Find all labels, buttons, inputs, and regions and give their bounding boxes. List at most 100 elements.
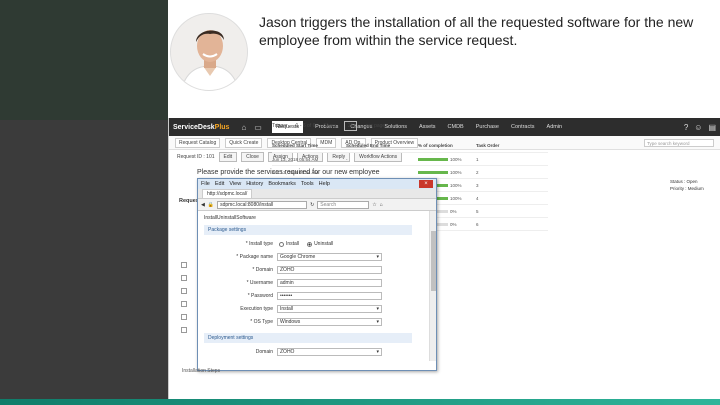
row-checkbox[interactable] <box>181 314 187 320</box>
request-catalog-button[interactable]: Request Catalog <box>175 137 221 148</box>
nav-admin[interactable]: Admin <box>547 124 563 130</box>
scrollbar-thumb[interactable] <box>431 231 436 291</box>
row-checkboxes <box>181 256 187 340</box>
menu-icon[interactable]: ▤ <box>708 123 716 132</box>
menu-tools[interactable]: Tools <box>301 181 314 187</box>
execution-row: Execution type Install ▾ <box>204 304 412 314</box>
menu-view[interactable]: View <box>229 181 241 187</box>
nav-cmdb[interactable]: CMDB <box>448 124 464 130</box>
domain-input[interactable]: ZOHO <box>277 266 382 274</box>
menu-edit[interactable]: Edit <box>215 181 224 187</box>
password-label: * Password <box>247 293 273 299</box>
browser-window: File Edit View History Bookmarks Tools H… <box>197 178 437 371</box>
row-checkbox[interactable] <box>181 327 187 333</box>
menu-file[interactable]: File <box>201 181 210 187</box>
row-checkbox[interactable] <box>181 301 187 307</box>
domain-row: * Domain ZOHO <box>204 265 412 275</box>
chevron-down-icon: ▾ <box>376 349 379 355</box>
browser-tab[interactable]: http://sdpmc.local/ <box>202 189 253 198</box>
close-button[interactable]: Close <box>241 152 264 162</box>
footer-label: Installation Steps <box>182 368 221 374</box>
quick-create-button[interactable]: Quick Create <box>225 137 263 148</box>
brand-logo[interactable]: ServiceDeskPlus <box>173 124 229 131</box>
browser-scrollbar[interactable] <box>429 211 436 361</box>
edit-button[interactable]: Edit <box>218 152 238 162</box>
deployment-settings-header: Deployment settings <box>204 333 412 343</box>
install-type-label: * Install type <box>245 241 273 247</box>
lock-icon: 🔒 <box>207 201 215 208</box>
col-order[interactable]: Task Order <box>476 143 516 148</box>
star-icon[interactable]: ☆ <box>372 202 376 208</box>
execution-select[interactable]: Install ▾ <box>277 305 382 313</box>
username-input[interactable]: admin <box>277 279 382 287</box>
search-input[interactable]: Type search keyword <box>644 138 714 147</box>
status-text: Status : Open <box>670 179 698 184</box>
package-name-select[interactable]: Google Chrome ▾ <box>277 253 382 261</box>
browser-tabbar: http://sdpmc.local/ <box>198 189 436 199</box>
close-icon[interactable]: × <box>419 180 433 188</box>
per-page-select[interactable]: 25 <box>343 121 358 131</box>
table-row[interactable]: Jun 13, 2018 05:54 AM - 100% 1 <box>272 153 548 166</box>
home-icon[interactable]: ⌂ <box>380 202 383 208</box>
start-time: Jun 13, 2018 05:54 AM <box>272 156 319 162</box>
os-type-label: * OS Type <box>250 319 273 325</box>
col-completion[interactable]: % of completion <box>418 143 476 148</box>
package-settings-header: Package settings <box>204 225 412 235</box>
priority-text: Priority : Medium <box>670 186 704 191</box>
reload-icon[interactable]: ↻ <box>310 202 314 208</box>
browser-content: InstallUninstallSoftware Package setting… <box>198 211 436 361</box>
row-checkbox[interactable] <box>181 288 187 294</box>
menu-help[interactable]: Help <box>319 181 330 187</box>
uninstall-option-label: Uninstall <box>314 241 334 247</box>
home-icon[interactable]: ⌂ <box>241 123 246 132</box>
inbox-icon[interactable]: ▭ <box>254 123 262 132</box>
progress-bar <box>418 157 448 161</box>
show-label: Show <box>323 123 336 129</box>
avatar <box>170 13 248 91</box>
progress-fill <box>418 170 448 174</box>
password-input[interactable]: ••••••• <box>277 292 382 300</box>
browser-search-input[interactable]: Search <box>317 200 370 209</box>
username-row: * Username admin <box>204 278 412 288</box>
menu-history[interactable]: History <box>246 181 263 187</box>
nav-purchase[interactable]: Purchase <box>476 124 499 130</box>
request-id: Request ID : 101 <box>177 154 215 160</box>
end-time: - <box>346 169 348 175</box>
brand-name: ServiceDesk <box>173 123 215 131</box>
completion-text: 100% <box>450 156 462 162</box>
url-input[interactable]: sdpmc.local:8080/install <box>217 200 308 209</box>
help-icon[interactable]: ? <box>684 123 688 132</box>
os-type-select[interactable]: Windows ▾ <box>277 318 382 326</box>
row-checkbox[interactable] <box>181 275 187 281</box>
nav-solutions[interactable]: Solutions <box>384 124 407 130</box>
user-icon[interactable]: ☺ <box>694 123 702 132</box>
package-name-label: * Package name <box>236 254 273 260</box>
progress-fill <box>418 157 448 161</box>
nav-assets[interactable]: Assets <box>419 124 436 130</box>
os-type-value: Windows <box>280 319 301 325</box>
start-time: Jun 13, 2018 05:54 AM <box>272 169 319 175</box>
row-checkbox[interactable] <box>181 262 187 268</box>
task-order: 1 <box>476 156 479 162</box>
trigger-button[interactable]: Trigger <box>272 123 288 129</box>
completion-text: 100% <box>450 169 462 175</box>
menu-bookmarks[interactable]: Bookmarks <box>268 181 296 187</box>
person-photo-icon <box>171 14 247 90</box>
uninstall-radio[interactable] <box>307 241 313 247</box>
nav-contracts[interactable]: Contracts <box>511 124 535 130</box>
install-radio[interactable] <box>279 241 284 247</box>
top-navigation: ServiceDeskPlus ⌂ ▭ Requests Problems Ch… <box>169 118 720 136</box>
execution-value: Install <box>280 306 294 312</box>
back-icon[interactable]: ◀ <box>201 202 205 208</box>
task-order: 2 <box>476 169 479 175</box>
col-end[interactable]: Scheduled End Time <box>346 143 418 148</box>
progress-bar <box>418 170 448 174</box>
col-start[interactable]: Scheduled Start Time <box>272 143 346 148</box>
nav-right-tools: ? ☺ ▤ <box>684 123 716 132</box>
form-title: InstallUninstallSoftware <box>204 215 256 221</box>
chevron-down-icon: ▾ <box>376 319 379 325</box>
chevron-down-icon: ▾ <box>376 254 379 260</box>
deploy-domain-select[interactable]: ZOHO ▾ <box>277 348 382 356</box>
completion-text: 0% <box>450 208 457 214</box>
domain-label: * Domain <box>252 267 273 273</box>
